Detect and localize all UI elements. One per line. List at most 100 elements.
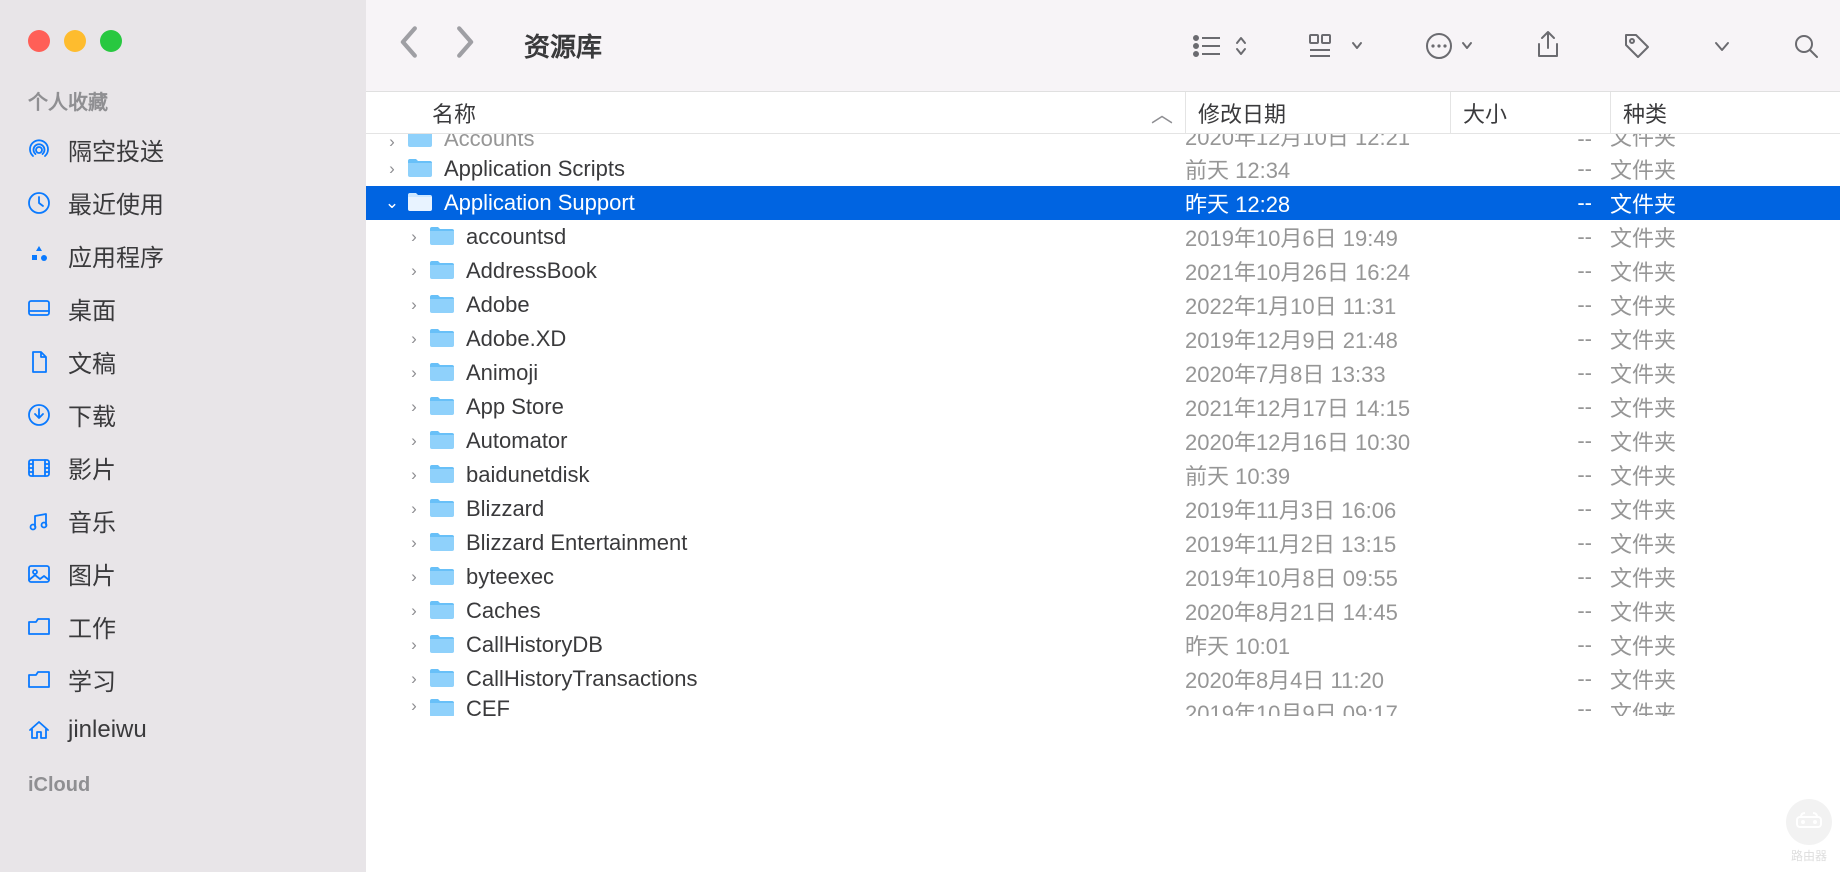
file-size: -- bbox=[1450, 224, 1610, 250]
file-date: 2019年11月3日 16:06 bbox=[1185, 493, 1450, 525]
file-list[interactable]: › Accounts 2020年12月10日 12:21 -- 文件夹 › Ap… bbox=[366, 134, 1840, 872]
file-row[interactable]: › App Store 2021年12月17日 14:15 -- 文件夹 bbox=[366, 390, 1840, 424]
file-date: 昨天 12:28 bbox=[1185, 187, 1450, 219]
file-size: -- bbox=[1450, 666, 1610, 692]
folder-icon bbox=[428, 293, 458, 317]
disclosure-right-icon[interactable]: › bbox=[400, 499, 428, 519]
folder-icon bbox=[428, 225, 458, 249]
disclosure-right-icon[interactable]: › bbox=[400, 261, 428, 281]
file-row[interactable]: › AddressBook 2021年10月26日 16:24 -- 文件夹 bbox=[366, 254, 1840, 288]
file-date: 2021年10月26日 16:24 bbox=[1185, 255, 1450, 287]
sidebar-item-movies-6[interactable]: 影片 bbox=[0, 441, 366, 494]
forward-button[interactable] bbox=[454, 25, 478, 66]
file-row[interactable]: › CallHistoryDB 昨天 10:01 -- 文件夹 bbox=[366, 628, 1840, 662]
column-date-header[interactable]: 修改日期 bbox=[1185, 92, 1450, 133]
folder-icon bbox=[428, 599, 458, 623]
file-date: 前天 10:39 bbox=[1185, 459, 1450, 491]
file-date: 2020年12月10日 12:21 bbox=[1185, 134, 1450, 152]
disclosure-right-icon[interactable]: › bbox=[378, 159, 406, 179]
file-size: -- bbox=[1450, 292, 1610, 318]
disclosure-right-icon[interactable]: › bbox=[400, 635, 428, 655]
file-name: Application Support bbox=[444, 190, 635, 216]
file-kind: 文件夹 bbox=[1610, 323, 1840, 355]
file-row[interactable]: › Adobe 2022年1月10日 11:31 -- 文件夹 bbox=[366, 288, 1840, 322]
search-button[interactable] bbox=[1792, 32, 1820, 60]
folder-icon bbox=[428, 463, 458, 487]
file-row[interactable]: › Blizzard Entertainment 2019年11月2日 13:1… bbox=[366, 526, 1840, 560]
disclosure-right-icon[interactable]: › bbox=[400, 363, 428, 383]
file-row[interactable]: › byteexec 2019年10月8日 09:55 -- 文件夹 bbox=[366, 560, 1840, 594]
sidebar-item-desktop-3[interactable]: 桌面 bbox=[0, 282, 366, 335]
close-window-button[interactable] bbox=[28, 30, 50, 52]
disclosure-right-icon[interactable]: › bbox=[400, 465, 428, 485]
columns-header: 名称 ︿ 修改日期 大小 种类 bbox=[366, 92, 1840, 134]
minimize-window-button[interactable] bbox=[64, 30, 86, 52]
disclosure-right-icon[interactable]: › bbox=[400, 567, 428, 587]
folder-icon bbox=[428, 429, 458, 453]
view-list-button[interactable] bbox=[1192, 32, 1248, 60]
disclosure-right-icon[interactable]: › bbox=[400, 696, 428, 716]
sidebar-item-apps-2[interactable]: 应用程序 bbox=[0, 229, 366, 282]
back-button[interactable] bbox=[396, 25, 420, 66]
tags-button[interactable] bbox=[1622, 31, 1652, 61]
disclosure-right-icon[interactable]: › bbox=[400, 397, 428, 417]
download-icon bbox=[24, 400, 54, 430]
file-name: byteexec bbox=[466, 564, 554, 590]
column-size-header[interactable]: 大小 bbox=[1450, 92, 1610, 133]
column-kind-header[interactable]: 种类 bbox=[1610, 92, 1840, 133]
file-size: -- bbox=[1450, 326, 1610, 352]
share-button[interactable] bbox=[1534, 30, 1562, 62]
action-menu-button[interactable] bbox=[1424, 31, 1474, 61]
disclosure-right-icon[interactable]: › bbox=[400, 601, 428, 621]
group-by-button[interactable] bbox=[1308, 32, 1364, 60]
file-date: 2019年10月9日 09:17 bbox=[1185, 696, 1450, 716]
file-row[interactable]: › CEF 2019年10月9日 09:17 -- 文件夹 bbox=[366, 696, 1840, 716]
doc-icon bbox=[24, 347, 54, 377]
file-row[interactable]: › Blizzard 2019年11月3日 16:06 -- 文件夹 bbox=[366, 492, 1840, 526]
file-row[interactable]: › accountsd 2019年10月6日 19:49 -- 文件夹 bbox=[366, 220, 1840, 254]
sidebar-item-pictures-8[interactable]: 图片 bbox=[0, 547, 366, 600]
dropdown-button[interactable] bbox=[1712, 36, 1732, 56]
file-row[interactable]: › Accounts 2020年12月10日 12:21 -- 文件夹 bbox=[366, 134, 1840, 152]
file-name: Accounts bbox=[444, 134, 535, 152]
file-name: CEF bbox=[466, 696, 510, 716]
disclosure-right-icon[interactable]: › bbox=[400, 295, 428, 315]
disclosure-right-icon[interactable]: › bbox=[400, 227, 428, 247]
file-row[interactable]: › CallHistoryTransactions 2020年8月4日 11:2… bbox=[366, 662, 1840, 696]
sidebar-item-doc-4[interactable]: 文稿 bbox=[0, 335, 366, 388]
sidebar-item-label: 学习 bbox=[68, 662, 116, 697]
file-row[interactable]: › Caches 2020年8月21日 14:45 -- 文件夹 bbox=[366, 594, 1840, 628]
disclosure-right-icon[interactable]: › bbox=[400, 669, 428, 689]
sidebar-item-folder-9[interactable]: 工作 bbox=[0, 600, 366, 653]
file-row[interactable]: › Application Scripts 前天 12:34 -- 文件夹 bbox=[366, 152, 1840, 186]
disclosure-right-icon[interactable]: › bbox=[400, 329, 428, 349]
file-size: -- bbox=[1450, 696, 1610, 716]
folder-icon bbox=[24, 612, 54, 642]
fullscreen-window-button[interactable] bbox=[100, 30, 122, 52]
sidebar-item-clock-1[interactable]: 最近使用 bbox=[0, 176, 366, 229]
sidebar-item-music-7[interactable]: 音乐 bbox=[0, 494, 366, 547]
column-name-header[interactable]: 名称 ︿ bbox=[366, 97, 1185, 129]
sidebar-item-download-5[interactable]: 下载 bbox=[0, 388, 366, 441]
file-row[interactable]: › baidunetdisk 前天 10:39 -- 文件夹 bbox=[366, 458, 1840, 492]
file-row[interactable]: › Automator 2020年12月16日 10:30 -- 文件夹 bbox=[366, 424, 1840, 458]
file-name: CallHistoryDB bbox=[466, 632, 603, 658]
file-size: -- bbox=[1450, 258, 1610, 284]
file-date: 2020年7月8日 13:33 bbox=[1185, 357, 1450, 389]
file-kind: 文件夹 bbox=[1610, 527, 1840, 559]
disclosure-right-icon[interactable]: › bbox=[400, 431, 428, 451]
sidebar-item-label: 图片 bbox=[68, 556, 116, 591]
file-date: 2021年12月17日 14:15 bbox=[1185, 391, 1450, 423]
file-row[interactable]: ⌄ Application Support 昨天 12:28 -- 文件夹 bbox=[366, 186, 1840, 220]
disclosure-right-icon[interactable]: › bbox=[378, 134, 406, 152]
sidebar-item-home-11[interactable]: jinleiwu bbox=[0, 706, 366, 754]
disclosure-right-icon[interactable]: › bbox=[400, 533, 428, 553]
sidebar-item-airdrop-0[interactable]: 隔空投送 bbox=[0, 123, 366, 176]
file-row[interactable]: › Adobe.XD 2019年12月9日 21:48 -- 文件夹 bbox=[366, 322, 1840, 356]
file-row[interactable]: › Animoji 2020年7月8日 13:33 -- 文件夹 bbox=[366, 356, 1840, 390]
file-date: 2019年10月8日 09:55 bbox=[1185, 561, 1450, 593]
sidebar-item-folder-10[interactable]: 学习 bbox=[0, 653, 366, 706]
sidebar-item-label: 隔空投送 bbox=[68, 132, 164, 167]
disclosure-down-icon[interactable]: ⌄ bbox=[378, 193, 406, 213]
file-kind: 文件夹 bbox=[1610, 561, 1840, 593]
